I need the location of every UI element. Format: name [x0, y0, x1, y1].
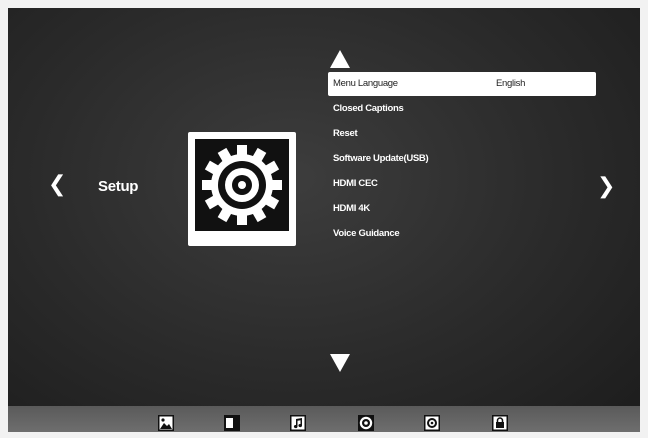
- setup-icon-frame: [188, 132, 296, 246]
- music-icon[interactable]: [290, 415, 306, 431]
- tv-screen: ❮ Setup Menu Language English Closed Cap…: [8, 8, 640, 432]
- gear-icon: [195, 139, 289, 231]
- menu-item-label: Voice Guidance: [333, 228, 400, 239]
- menu-item-menu-language[interactable]: Menu Language English: [328, 72, 596, 96]
- menu-item-reset[interactable]: Reset: [328, 121, 596, 146]
- menu-item-hdmi-cec[interactable]: HDMI CEC: [328, 171, 596, 196]
- menu-item-label: HDMI 4K: [333, 203, 370, 214]
- menu-item-voice-guidance[interactable]: Voice Guidance: [328, 221, 596, 246]
- scroll-up-arrow[interactable]: [330, 50, 350, 68]
- picture-icon[interactable]: [158, 415, 174, 431]
- menu-item-label: Closed Captions: [333, 103, 404, 114]
- menu-item-closed-captions[interactable]: Closed Captions: [328, 96, 596, 121]
- screen-icon[interactable]: [224, 415, 240, 431]
- lock-icon[interactable]: [492, 415, 508, 431]
- next-menu-arrow[interactable]: ❯: [597, 176, 615, 198]
- channel-icon[interactable]: [358, 415, 374, 431]
- section-title: Setup: [98, 178, 139, 195]
- menu-item-label: Reset: [333, 128, 358, 139]
- menu-item-software-update[interactable]: Software Update(USB): [328, 146, 596, 171]
- menu-item-hdmi-4k[interactable]: HDMI 4K: [328, 196, 596, 221]
- setup-menu-list: Menu Language English Closed Captions Re…: [328, 72, 596, 246]
- menu-item-value: English: [496, 78, 526, 89]
- menu-category-bar: [8, 406, 640, 432]
- previous-menu-arrow[interactable]: ❮: [48, 174, 66, 196]
- menu-item-label: Menu Language: [333, 78, 398, 89]
- menu-item-label: Software Update(USB): [333, 153, 429, 164]
- setup-icon[interactable]: [424, 415, 440, 431]
- menu-item-label: HDMI CEC: [333, 178, 378, 189]
- scroll-down-arrow[interactable]: [330, 354, 350, 372]
